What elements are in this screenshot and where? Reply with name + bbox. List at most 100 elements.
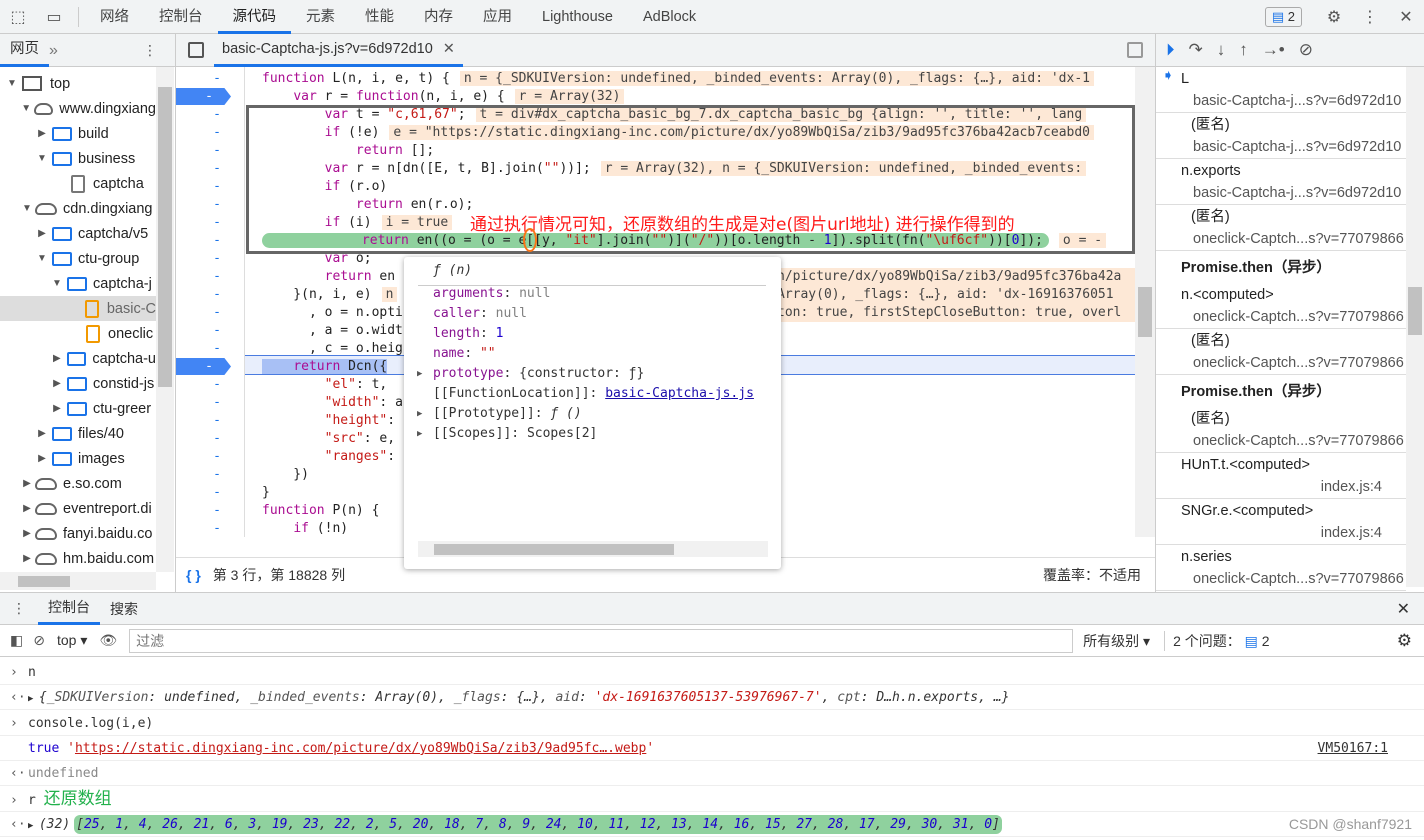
popover-property[interactable]: [[FunctionLocation]]: basic-Captcha-js.j…: [433, 384, 754, 404]
tree-item[interactable]: ▶ fanyi.baidu.co: [0, 521, 156, 546]
popover-hscrollbar[interactable]: [418, 541, 768, 557]
call-frame[interactable]: (匿名) basic-Captcha-j...s?v=6d972d10: [1156, 113, 1406, 159]
step-over-icon[interactable]: ↷: [1189, 40, 1203, 60]
popover-property[interactable]: ▶ [[Prototype]]: ƒ (): [417, 404, 582, 424]
line-number[interactable]: -: [176, 142, 245, 160]
more-tabs-icon[interactable]: »: [49, 42, 58, 60]
tab-6[interactable]: 应用: [468, 0, 527, 34]
expanded-arrow-icon[interactable]: ▼: [21, 103, 32, 114]
line-number[interactable]: -: [176, 160, 245, 178]
resume-icon[interactable]: ⏵: [1166, 40, 1175, 60]
line-number[interactable]: -: [176, 466, 245, 484]
pretty-print-icon[interactable]: { }: [186, 567, 201, 583]
line-number[interactable]: -: [176, 70, 245, 88]
line-number[interactable]: -: [176, 520, 245, 537]
collapsed-arrow-icon[interactable]: ▶: [36, 428, 48, 439]
expanded-arrow-icon[interactable]: ▼: [51, 278, 63, 289]
expanded-arrow-icon[interactable]: ▼: [36, 153, 48, 164]
more-options-icon[interactable]: ⋮: [1352, 0, 1388, 34]
call-frame[interactable]: ➧ Lbasic-Captcha-j...s?v=6d972d10: [1156, 67, 1406, 113]
log-source-link[interactable]: VM50167:1: [1318, 736, 1388, 761]
device-toolbar-icon[interactable]: ▭: [36, 0, 72, 34]
tree-item[interactable]: ▶ build: [0, 121, 156, 146]
expand-arrow-icon[interactable]: ▶: [417, 404, 422, 424]
line-number[interactable]: -: [176, 376, 245, 394]
array-preview[interactable]: [25, 1, 4, 26, 21, 6, 3, 19, 23, 22, 2, …: [74, 814, 1002, 834]
property-value[interactable]: basic-Captcha-js.js: [605, 386, 754, 401]
collapsed-arrow-icon[interactable]: ▶: [36, 453, 48, 464]
step-into-icon[interactable]: ↓: [1217, 40, 1226, 60]
collapsed-arrow-icon[interactable]: ▶: [51, 378, 63, 389]
collapsed-arrow-icon[interactable]: ▶: [51, 353, 63, 364]
issues-button[interactable]: 2 个问题： ▤ 2: [1164, 630, 1270, 651]
line-number[interactable]: -: [176, 106, 245, 124]
tree-item[interactable]: basic-C: [0, 296, 156, 321]
navigator-menu-icon[interactable]: ⋮: [143, 42, 157, 59]
collapsed-arrow-icon[interactable]: ▶: [36, 128, 48, 139]
navigator-tab-page[interactable]: 网页: [0, 34, 49, 67]
popover-property[interactable]: ▶ [[Scopes]]: Scopes[2]: [417, 424, 597, 444]
log-url-link[interactable]: https://static.dingxiang-inc.com/picture…: [75, 741, 646, 756]
tab-5[interactable]: 内存: [409, 0, 468, 34]
line-number[interactable]: -: [176, 430, 245, 448]
line-number[interactable]: -: [176, 232, 245, 250]
expand-arrow-icon[interactable]: ▶: [28, 694, 39, 704]
call-frame[interactable]: (匿名) oneclick-Captch...s?v=77079866: [1156, 205, 1406, 251]
tab-4[interactable]: 性能: [350, 0, 409, 34]
tree-item[interactable]: ▶ e.so.com: [0, 471, 156, 496]
expand-arrow-icon[interactable]: ▶: [417, 424, 422, 444]
close-tab-icon[interactable]: ✕: [443, 41, 455, 57]
editor-tab[interactable]: basic-Captcha-js.js?v=6d972d10 ✕: [214, 34, 463, 67]
tree-item[interactable]: ▶ captcha/v5: [0, 221, 156, 246]
tree-item[interactable]: ▶ images: [0, 446, 156, 471]
tree-item[interactable]: ▼ captcha-j: [0, 271, 156, 296]
console-filter-input[interactable]: [129, 628, 1074, 653]
collapsed-arrow-icon[interactable]: ▶: [21, 553, 33, 564]
breakpoint-marker[interactable]: -: [176, 88, 231, 105]
toggle-navigator-icon[interactable]: [188, 42, 204, 58]
tab-2[interactable]: 源代码: [217, 0, 291, 34]
call-frame[interactable]: (匿名) oneclick-Captch...s?v=77079866: [1156, 329, 1406, 375]
drawer-menu-icon[interactable]: ⋮: [0, 600, 38, 617]
tree-item[interactable]: ▶ ctu-greer: [0, 396, 156, 421]
call-frame[interactable]: HUnT.t.<computed> index.js:4: [1156, 453, 1406, 499]
tab-1[interactable]: 控制台: [144, 0, 218, 34]
line-number[interactable]: -: [176, 178, 245, 196]
tree-item[interactable]: ▶ hm.baidu.com: [0, 546, 156, 571]
step-out-icon[interactable]: ↑: [1239, 40, 1248, 60]
collapsed-arrow-icon[interactable]: ▶: [51, 403, 63, 414]
expand-arrow-icon[interactable]: ▶: [28, 821, 39, 831]
line-number[interactable]: -: [176, 340, 245, 358]
line-number[interactable]: -: [176, 484, 245, 502]
log-levels-select[interactable]: 所有级别 ▾: [1083, 631, 1150, 651]
collapsed-arrow-icon[interactable]: ▶: [36, 228, 48, 239]
line-number[interactable]: -: [176, 124, 245, 142]
line-number[interactable]: -: [176, 214, 245, 232]
popover-property[interactable]: ▶ prototype: {constructor: ƒ}: [417, 364, 644, 384]
collapsed-arrow-icon[interactable]: ▶: [21, 478, 33, 489]
breakpoint-marker[interactable]: -: [176, 358, 231, 375]
tree-item[interactable]: ▶ constid-js: [0, 371, 156, 396]
context-select[interactable]: top ▾: [57, 632, 87, 649]
call-frame[interactable]: n.series oneclick-Captch...s?v=77079866: [1156, 545, 1406, 591]
deactivate-breakpoints-icon[interactable]: ⊘: [1299, 40, 1313, 60]
expanded-arrow-icon[interactable]: ▼: [36, 253, 48, 264]
settings-gear-icon[interactable]: ⚙: [1316, 0, 1352, 34]
step-icon[interactable]: →•: [1262, 40, 1285, 60]
tab-0[interactable]: 网络: [85, 0, 144, 34]
tab-7[interactable]: Lighthouse: [527, 0, 628, 34]
tree-item[interactable]: ▶ files/40: [0, 421, 156, 446]
tree-item[interactable]: ▼ top: [0, 71, 156, 96]
collapsed-arrow-icon[interactable]: ▶: [21, 528, 33, 539]
console-settings-icon[interactable]: ⚙: [1397, 631, 1412, 651]
line-number[interactable]: -: [176, 250, 245, 268]
live-expression-eye-icon[interactable]: 👁: [99, 632, 117, 649]
expanded-arrow-icon[interactable]: ▼: [6, 78, 18, 89]
inspect-element-icon[interactable]: ⬚: [0, 0, 36, 34]
close-icon[interactable]: ✕: [1388, 0, 1424, 34]
line-number[interactable]: -: [176, 394, 245, 412]
call-frame[interactable]: SNGr.e.<computed> index.js:4: [1156, 499, 1406, 545]
callstack-scrollbar[interactable]: [1406, 67, 1424, 587]
tree-item[interactable]: captcha: [0, 171, 156, 196]
expanded-arrow-icon[interactable]: ▼: [21, 203, 33, 214]
